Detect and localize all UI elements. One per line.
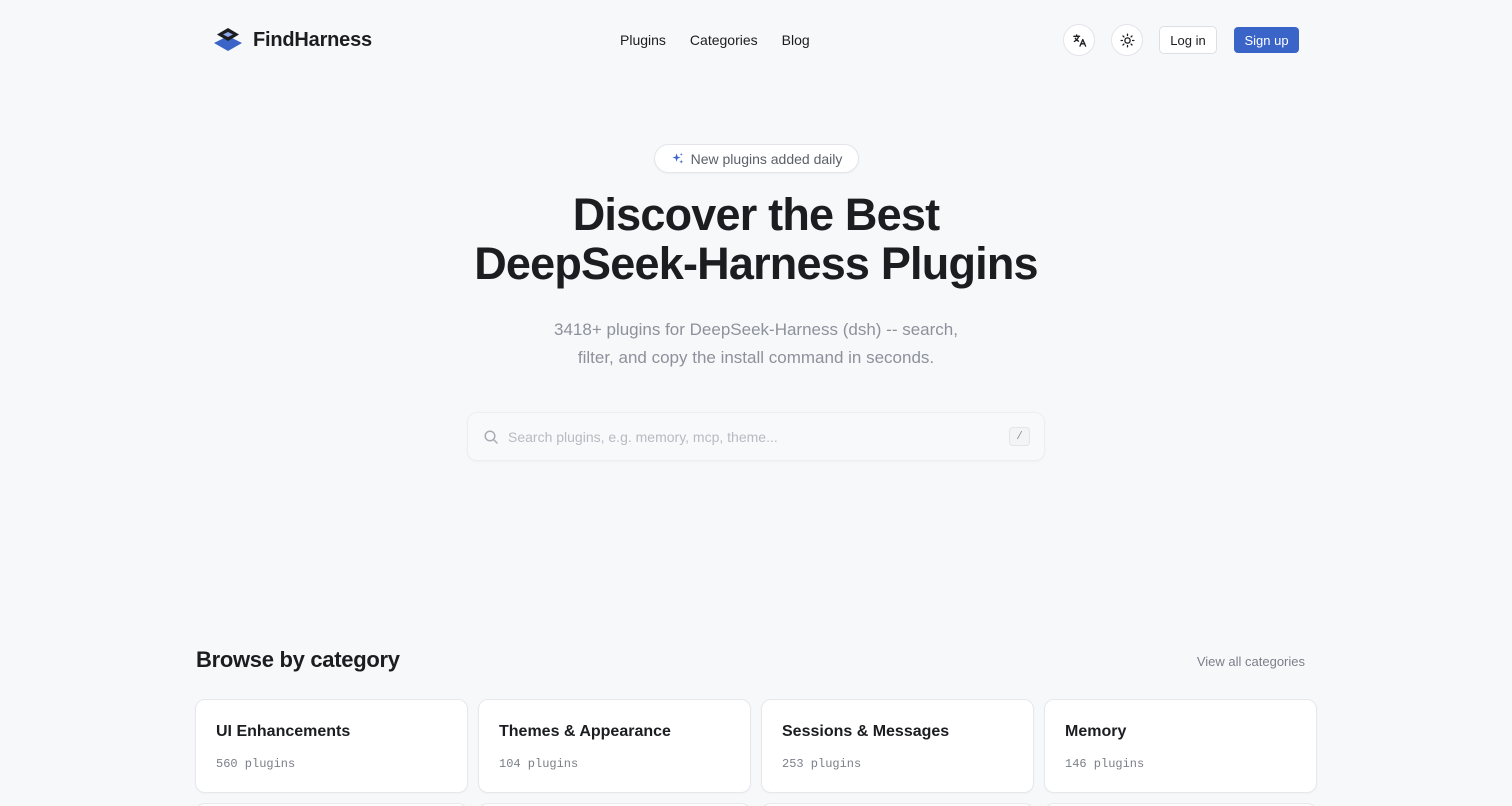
hero-subtitle-line-2: filter, and copy the install command in …: [577, 348, 935, 367]
translate-icon: [1072, 33, 1086, 47]
category-count: 104 plugins: [499, 757, 579, 771]
category-card-sessions-messages[interactable]: Sessions & Messages 253 plugins: [761, 699, 1034, 793]
category-card-ui-enhancements[interactable]: UI Enhancements 560 plugins: [195, 699, 468, 793]
brand-name: FindHarness: [253, 28, 372, 51]
language-button[interactable]: [1063, 24, 1095, 56]
hero-subtitle-line-1: 3418+ plugins for DeepSeek-Harness (dsh)…: [554, 320, 958, 339]
nav-item-blog[interactable]: Blog: [782, 30, 810, 50]
nav-item-plugins[interactable]: Plugins: [620, 30, 666, 50]
stacked-diamond-logo-icon: [214, 28, 242, 51]
login-button[interactable]: Log in: [1159, 26, 1217, 54]
search-box: [467, 412, 1045, 461]
sun-icon: [1119, 32, 1135, 48]
hero-title-line-1: Discover the Best: [572, 189, 940, 240]
hero-title: Discover the Best DeepSeek-Harness Plugi…: [0, 190, 1512, 288]
signup-button[interactable]: Sign up: [1234, 27, 1299, 53]
category-card-memory[interactable]: Memory 146 plugins: [1044, 699, 1317, 793]
logo-link[interactable]: FindHarness: [213, 26, 372, 54]
categories-section-title: Browse by category: [196, 647, 400, 672]
category-count: 560 plugins: [216, 757, 296, 771]
sparkle-icon: [672, 152, 683, 164]
theme-toggle-button[interactable]: [1111, 24, 1143, 56]
category-name: Memory: [1065, 723, 1127, 740]
category-count: 253 plugins: [782, 757, 862, 771]
new-plugins-badge: New plugins added daily: [654, 144, 859, 173]
hero-subtitle: 3418+ plugins for DeepSeek-Harness (dsh)…: [0, 316, 1512, 372]
site-header: FindHarness Plugins Categories Blog Log …: [0, 0, 1512, 80]
category-name: Sessions & Messages: [782, 723, 950, 740]
view-all-categories-link[interactable]: View all categories: [1180, 653, 1305, 671]
nav-item-categories[interactable]: Categories: [690, 30, 758, 50]
search-input[interactable]: [508, 423, 988, 451]
badge-text: New plugins added daily: [690, 150, 843, 167]
search-shortcut-key: /: [1009, 427, 1030, 446]
category-name: UI Enhancements: [216, 723, 351, 740]
category-name: Themes & Appearance: [499, 723, 671, 740]
category-card-themes-appearance[interactable]: Themes & Appearance 104 plugins: [478, 699, 751, 793]
category-count: 146 plugins: [1065, 757, 1145, 771]
hero-title-line-2: DeepSeek-Harness Plugins: [474, 238, 1038, 289]
search-icon: [484, 430, 498, 444]
main-nav: Plugins Categories Blog: [620, 30, 810, 50]
